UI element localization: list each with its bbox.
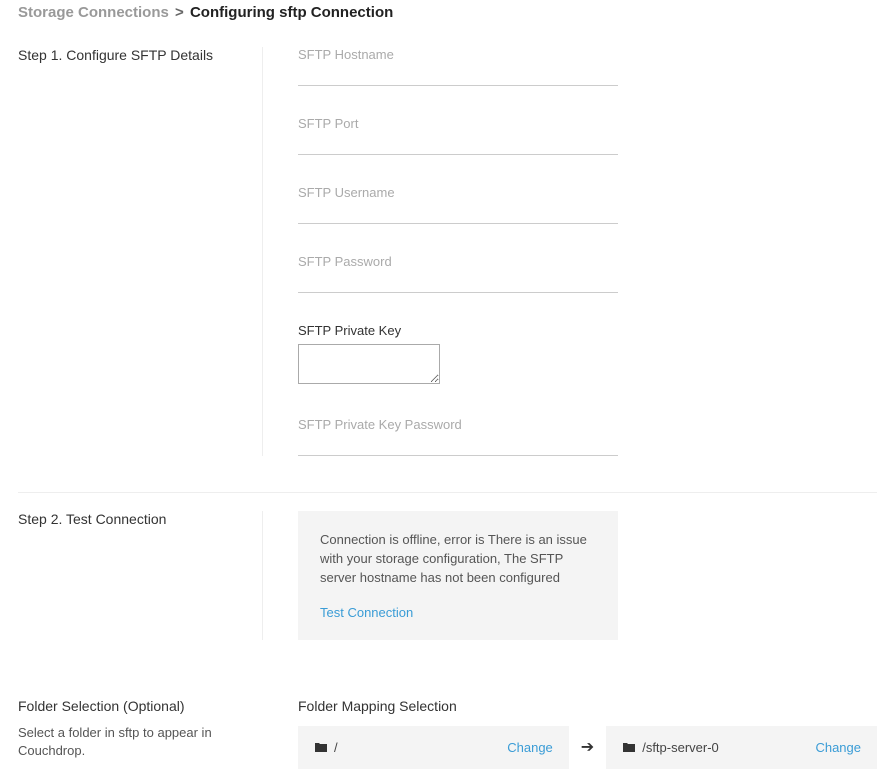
sftp-port-label: SFTP Port <box>298 116 877 131</box>
sftp-private-key-textarea[interactable] <box>298 344 440 384</box>
test-connection-button[interactable]: Test Connection <box>320 605 413 620</box>
sftp-username-input[interactable] <box>298 204 618 224</box>
breadcrumb-root[interactable]: Storage Connections <box>18 4 169 21</box>
dest-folder-path: /sftp-server-0 <box>642 740 719 755</box>
dest-folder-box: /sftp-server-0 Change <box>606 726 877 769</box>
folder-selection-description: Select a folder in sftp to appear in Cou… <box>18 724 223 760</box>
change-dest-button[interactable]: Change <box>815 740 861 755</box>
arrow-right-icon: ➔ <box>581 737 594 757</box>
step1-section: Step 1. Configure SFTP Details SFTP Host… <box>18 39 877 474</box>
sftp-port-input[interactable] <box>298 135 618 155</box>
connection-status-text: Connection is offline, error is There is… <box>320 531 596 588</box>
step2-section: Step 2. Test Connection Connection is of… <box>18 511 877 658</box>
folder-icon <box>314 741 328 753</box>
folder-selection-title: Folder Selection (Optional) <box>18 698 223 714</box>
connection-status-card: Connection is offline, error is There is… <box>298 511 618 640</box>
breadcrumb: Storage Connections > Configuring sftp C… <box>18 0 877 39</box>
breadcrumb-separator: > <box>175 4 184 21</box>
breadcrumb-current: Configuring sftp Connection <box>190 4 393 21</box>
folder-mapping-title: Folder Mapping Selection <box>298 698 877 714</box>
sftp-hostname-input[interactable] <box>298 66 618 86</box>
source-folder-box: / Change <box>298 726 569 769</box>
sftp-password-input[interactable] <box>298 273 618 293</box>
step1-title: Step 1. Configure SFTP Details <box>18 47 242 63</box>
sftp-private-key-password-label: SFTP Private Key Password <box>298 417 877 432</box>
step2-title: Step 2. Test Connection <box>18 511 242 527</box>
change-source-button[interactable]: Change <box>507 740 553 755</box>
folder-icon <box>622 741 636 753</box>
sftp-username-label: SFTP Username <box>298 185 877 200</box>
sftp-private-key-label: SFTP Private Key <box>298 323 877 338</box>
sftp-private-key-password-input[interactable] <box>298 436 618 456</box>
sftp-hostname-label: SFTP Hostname <box>298 47 877 62</box>
section-divider <box>18 492 877 493</box>
source-folder-path: / <box>334 740 338 755</box>
folder-section: Folder Selection (Optional) Select a fol… <box>18 698 877 769</box>
sftp-password-label: SFTP Password <box>298 254 877 269</box>
